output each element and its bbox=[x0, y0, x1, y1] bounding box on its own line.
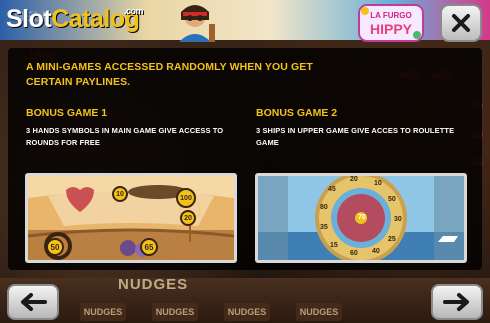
wheel-value: 35 bbox=[320, 224, 328, 231]
wheel-value: 60 bbox=[350, 250, 358, 257]
wheel-value: 30 bbox=[394, 216, 402, 223]
watermark-com: .com bbox=[124, 6, 144, 16]
close-button[interactable] bbox=[440, 4, 482, 42]
wheel-value: 25 bbox=[388, 236, 396, 243]
help-headline: A MINI-GAMES ACCESSED RANDOMLY WHEN YOU … bbox=[26, 61, 313, 88]
value-token: 10 bbox=[112, 186, 128, 202]
value-token: 100 bbox=[176, 188, 196, 208]
wheel-value: 15 bbox=[330, 242, 338, 249]
bonus-game-1-description: 3 HANDS SYMBOLS IN MAIN GAME GIVE ACCESS… bbox=[26, 126, 224, 147]
arrow-right-icon bbox=[443, 293, 469, 311]
value-token: 20 bbox=[180, 210, 196, 226]
bonus-game-2-title: BONUS GAME 2 bbox=[256, 107, 338, 119]
nudge-cell: NUDGES bbox=[152, 303, 198, 321]
wheel-value: 70 bbox=[358, 214, 366, 221]
svg-text:LA FURGO: LA FURGO bbox=[370, 11, 411, 20]
value-token: 65 bbox=[140, 238, 158, 256]
hippy-character-icon bbox=[179, 5, 215, 42]
value-token: 50 bbox=[46, 238, 64, 256]
previous-page-button[interactable] bbox=[7, 284, 59, 320]
wheel-value: 20 bbox=[350, 176, 358, 183]
close-icon bbox=[452, 14, 470, 32]
next-page-button[interactable] bbox=[431, 284, 483, 320]
bonus-game-2-description: 3 SHIPS IN UPPER GAME GIVE ACCES TO ROUL… bbox=[256, 126, 455, 147]
wheel-value: 10 bbox=[374, 180, 382, 187]
wheel-value: 45 bbox=[328, 186, 336, 193]
watermark-logo: SlotCatalog .com bbox=[6, 5, 144, 34]
nudge-cell: NUDGES bbox=[224, 303, 270, 321]
nudges-label: NUDGES bbox=[118, 276, 189, 293]
bonus-game-2-image: 20 10 50 30 25 40 60 15 35 80 45 70 bbox=[255, 173, 467, 263]
nudge-cell: NUDGES bbox=[296, 303, 342, 321]
svg-text:HIPPY: HIPPY bbox=[370, 21, 413, 37]
arrow-left-icon bbox=[21, 293, 47, 311]
bonus-game-1-image: 50 10 20 65 100 bbox=[25, 173, 237, 263]
wheel-value: 40 bbox=[372, 248, 380, 255]
game-logo-image: LA FURGO HIPPY bbox=[358, 4, 424, 42]
wheel-value: 50 bbox=[388, 196, 396, 203]
watermark-slot: Slot bbox=[6, 5, 52, 33]
wheel-value: 80 bbox=[320, 204, 328, 211]
bonus-game-1-title: BONUS GAME 1 bbox=[26, 107, 108, 119]
nudge-cell: NUDGES bbox=[80, 303, 126, 321]
